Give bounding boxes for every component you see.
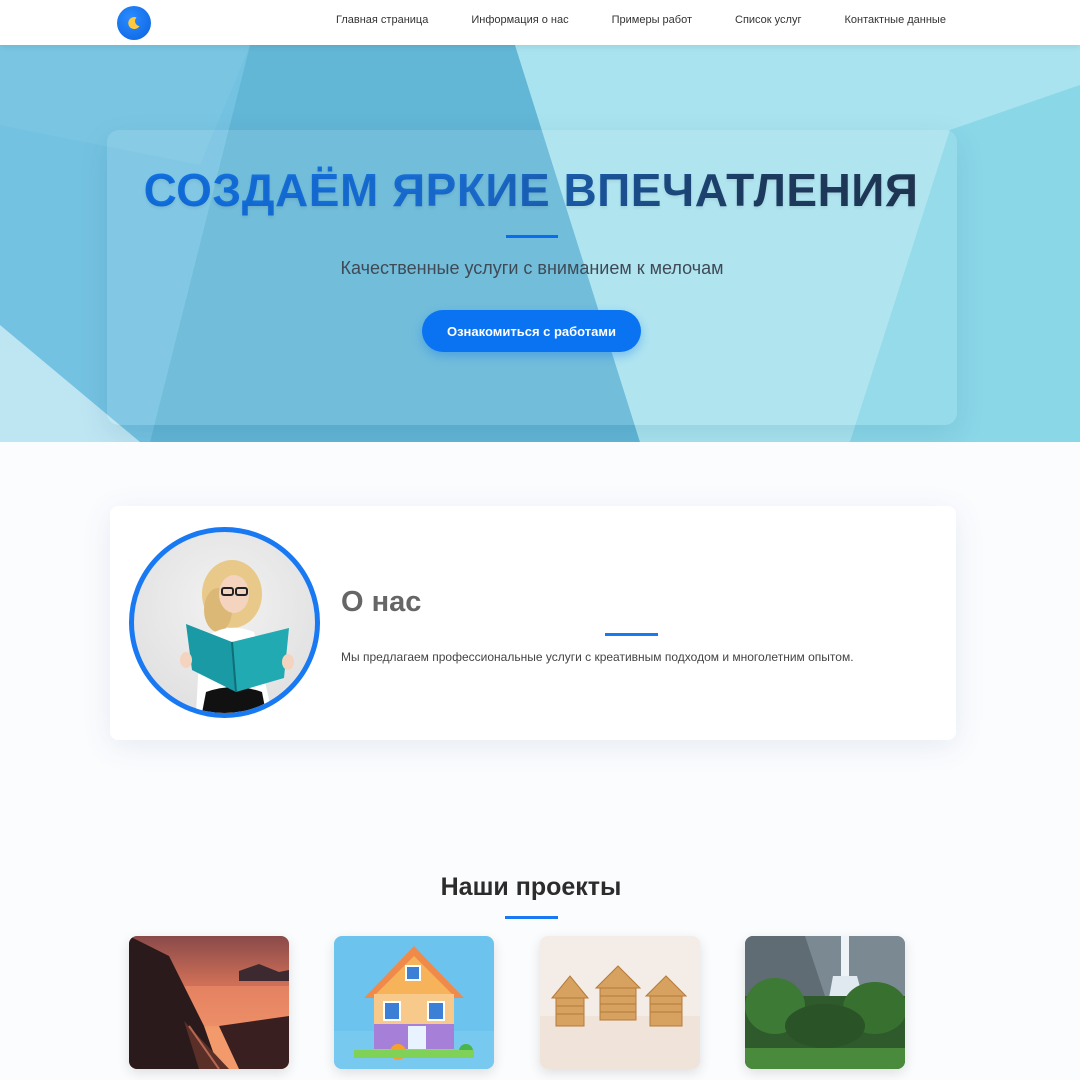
nav-link-portfolio[interactable]: Примеры работ	[612, 14, 692, 26]
nav-link-home[interactable]: Главная страница	[336, 14, 428, 26]
about-title: О нас	[341, 586, 422, 618]
hero-section: СОЗДАЁМ ЯРКИЕ ВПЕЧАТЛЕНИЯ Качественные у…	[0, 45, 1080, 442]
about-divider	[605, 633, 658, 636]
nav-links: Главная страница Информация о нас Пример…	[336, 14, 946, 26]
nav-link-services[interactable]: Список услуг	[735, 14, 801, 26]
project-card-house[interactable]	[334, 936, 494, 1069]
top-navbar: Главная страница Информация о нас Пример…	[0, 0, 1080, 45]
nav-link-contacts[interactable]: Контактные данные	[844, 14, 945, 26]
moon-icon	[128, 17, 140, 30]
projects-title: Наши проекты	[440, 873, 622, 901]
about-card: О нас Мы предлагаем профессиональные усл…	[110, 506, 956, 740]
hero-divider	[506, 235, 558, 238]
about-photo	[129, 527, 320, 718]
sunset-coast-photo	[129, 936, 289, 1069]
wooden-houses-photo	[540, 936, 700, 1069]
project-card-sunset[interactable]	[129, 936, 289, 1069]
project-card-wooden-houses[interactable]	[540, 936, 700, 1069]
logo[interactable]	[117, 6, 151, 40]
project-card-waterfall[interactable]	[745, 936, 905, 1069]
nav-link-about[interactable]: Информация о нас	[471, 14, 568, 26]
view-works-button[interactable]: Ознакомиться с работами	[422, 310, 641, 352]
projects-divider	[505, 916, 558, 919]
waterfall-forest-photo	[745, 936, 905, 1069]
hero-title: СОЗДАЁМ ЯРКИЕ ВПЕЧАТЛЕНИЯ	[0, 163, 1062, 217]
hero-subtitle: Качественные услуги с вниманием к мелоча…	[340, 258, 724, 278]
toy-house-render	[334, 936, 494, 1069]
about-text: Мы предлагаем профессиональные услуги с …	[341, 650, 854, 664]
